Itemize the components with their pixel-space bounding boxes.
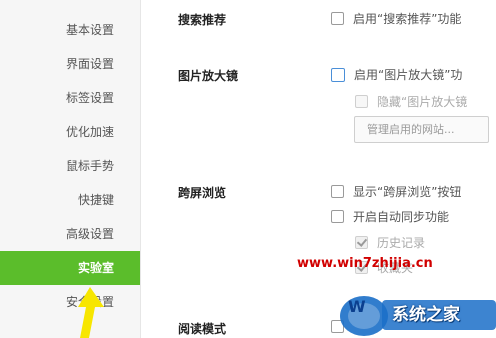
section-title-image-zoom: 图片放大镜 xyxy=(178,69,239,83)
svg-text:W: W xyxy=(348,297,366,316)
sidebar-item-advanced[interactable]: 高级设置 xyxy=(0,217,140,251)
image-zoom-label: 启用“图片放大镜”功 xyxy=(354,68,463,82)
watermark-url: www.win7zhijia.cn xyxy=(297,256,433,271)
image-zoom-option[interactable]: 启用“图片放大镜”功 xyxy=(331,66,462,83)
sidebar-item-gestures[interactable]: 鼠标手势 xyxy=(0,149,140,183)
section-title-cross-screen: 跨屏浏览 xyxy=(178,186,227,200)
image-zoom-checkbox[interactable] xyxy=(331,67,345,82)
cross-screen-show-label: 显示“跨屏浏览”按钮 xyxy=(353,185,462,199)
search-recommend-checkbox[interactable] xyxy=(331,12,344,25)
section-title-reading-mode: 阅读模式 xyxy=(178,322,227,336)
sidebar-item-interface[interactable]: 界面设置 xyxy=(0,47,140,81)
cross-screen-show-option[interactable]: 显示“跨屏浏览”按钮 xyxy=(331,183,461,200)
auto-sync-label: 开启自动同步功能 xyxy=(353,210,450,224)
hide-image-zoom-option[interactable]: 隐藏“图片放大镜 xyxy=(355,93,467,110)
yellow-arrow-icon xyxy=(78,287,104,338)
watermark-logo-text: 系统之家 xyxy=(392,305,460,325)
auto-sync-option[interactable]: 开启自动同步功能 xyxy=(331,208,449,225)
sidebar-item-shortcuts[interactable]: 快捷键 xyxy=(0,183,140,217)
manage-sites-button[interactable]: 管理启用的网站... xyxy=(354,116,489,143)
sidebar-item-basic[interactable]: 基本设置 xyxy=(0,13,140,47)
sidebar-item-optimize[interactable]: 优化加速 xyxy=(0,115,140,149)
sidebar-item-tabs[interactable]: 标签设置 xyxy=(0,81,140,115)
search-recommend-label: 启用“搜索推荐”功能 xyxy=(353,12,462,26)
history-option[interactable]: 历史记录 xyxy=(355,234,425,251)
search-recommend-option[interactable]: 启用“搜索推荐”功能 xyxy=(331,10,461,27)
hide-image-zoom-label: 隐藏“图片放大镜 xyxy=(377,95,468,109)
cross-screen-show-checkbox[interactable] xyxy=(331,185,344,198)
hide-image-zoom-checkbox[interactable] xyxy=(355,95,368,108)
history-label: 历史记录 xyxy=(377,236,426,250)
section-title-search-recommend: 搜索推荐 xyxy=(178,13,227,27)
settings-content: 搜索推荐 启用“搜索推荐”功能 图片放大镜 启用“图片放大镜”功 隐藏“图片放大… xyxy=(141,0,496,338)
history-checkbox[interactable] xyxy=(355,236,368,249)
auto-sync-checkbox[interactable] xyxy=(331,210,344,223)
sidebar-item-lab[interactable]: 实验室 xyxy=(0,251,140,285)
